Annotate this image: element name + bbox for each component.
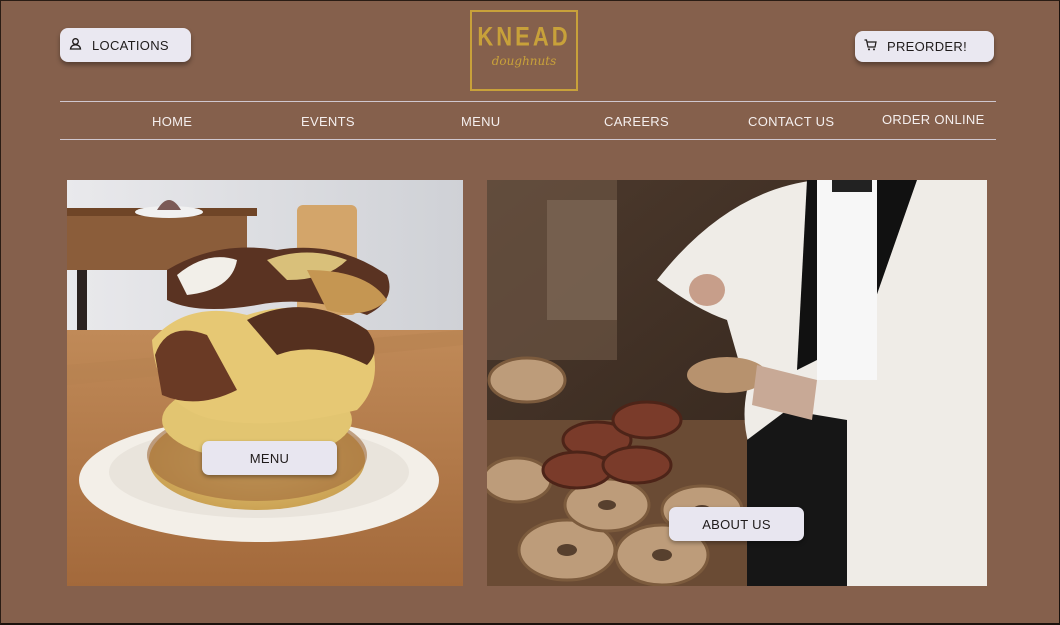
cart-icon: [864, 39, 877, 54]
nav-menu[interactable]: MENU: [461, 114, 500, 129]
locations-label: LOCATIONS: [92, 37, 169, 53]
logo-wordmark: KNEAD: [477, 21, 571, 52]
preorder-button[interactable]: PREORDER!: [855, 31, 994, 62]
about-us-button[interactable]: ABOUT US: [669, 507, 804, 541]
knead-logo[interactable]: KNEAD doughnuts: [470, 10, 578, 91]
menu-button[interactable]: MENU: [202, 441, 337, 475]
nav-order-online[interactable]: ORDER ONLINE: [882, 112, 985, 127]
nav-events[interactable]: EVENTS: [301, 114, 355, 129]
nav-contact-us[interactable]: CONTACT US: [748, 114, 834, 129]
user-pin-icon: [69, 37, 82, 53]
logo-subtitle: doughnuts: [491, 54, 557, 68]
nav-careers[interactable]: CAREERS: [604, 114, 669, 129]
locations-button[interactable]: LOCATIONS: [60, 28, 191, 62]
nav-bottom-divider: [60, 139, 996, 140]
nav-home[interactable]: HOME: [152, 114, 192, 129]
main-nav: HOME EVENTS MENU CAREERS CONTACT US ORDE…: [60, 104, 996, 138]
doughnut-stack-photo[interactable]: [67, 180, 463, 586]
nav-top-divider: [60, 101, 996, 102]
preorder-label: PREORDER!: [887, 39, 967, 54]
